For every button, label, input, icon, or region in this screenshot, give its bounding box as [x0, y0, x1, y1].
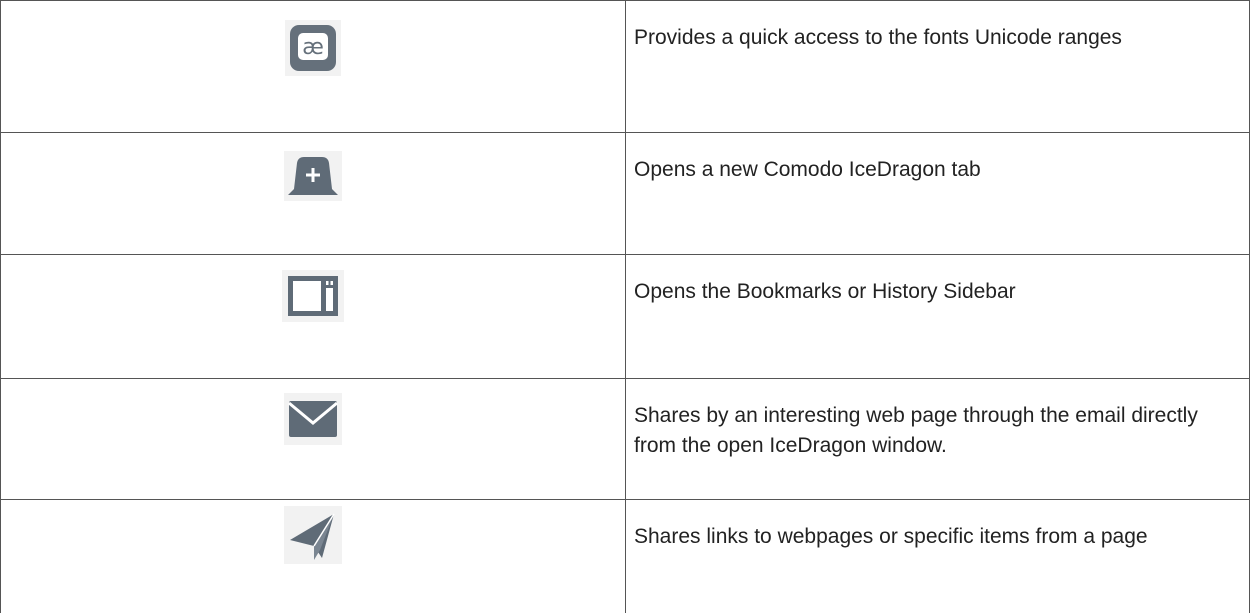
row-description: Shares by an interesting web page throug… — [634, 404, 1198, 457]
share-paper-plane-icon — [284, 506, 342, 564]
icon-cell — [1, 500, 626, 613]
icon-cell — [1, 379, 626, 499]
table-row: Opens the Bookmarks or History Sidebar — [1, 255, 1249, 379]
unicode-ae-icon: æ — [285, 20, 341, 76]
new-tab-icon — [284, 151, 342, 201]
row-description: Shares links to webpages or specific ite… — [634, 525, 1148, 548]
icon-cell — [1, 133, 626, 254]
table-row: æ Provides a quick access to the fonts U… — [1, 1, 1249, 133]
table-row: Shares by an interesting web page throug… — [1, 379, 1249, 500]
icon-cell — [1, 255, 626, 378]
svg-text:æ: æ — [302, 35, 324, 60]
table-row: Shares links to webpages or specific ite… — [1, 500, 1249, 613]
row-description: Opens the Bookmarks or History Sidebar — [634, 280, 1016, 303]
icon-cell: æ — [1, 1, 626, 132]
row-description: Provides a quick access to the fonts Uni… — [634, 26, 1122, 49]
table-row: Opens a new Comodo IceDragon tab — [1, 133, 1249, 255]
row-description: Opens a new Comodo IceDragon tab — [634, 158, 981, 181]
sidebar-icon — [282, 270, 344, 322]
feature-table: æ Provides a quick access to the fonts U… — [0, 0, 1250, 613]
email-icon — [284, 393, 342, 445]
